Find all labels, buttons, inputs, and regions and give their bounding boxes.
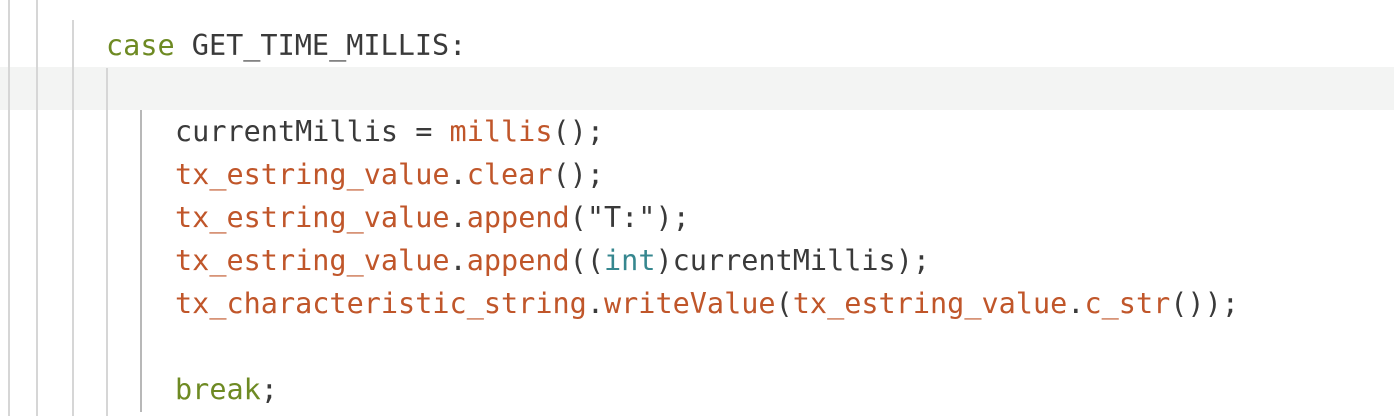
code-line-write-value[interactable]: tx_characteristic_string.writeValue(tx_e… <box>175 282 1239 325</box>
dot: . <box>1067 287 1085 320</box>
code-line-clear[interactable]: tx_estring_value.clear(); <box>175 153 604 196</box>
case-label: GET_TIME_MILLIS: <box>174 29 467 62</box>
function-millis: millis <box>449 115 553 148</box>
indent-guide <box>8 0 10 416</box>
object-tx-characteristic-string: tx_characteristic_string <box>175 287 587 320</box>
dot: . <box>449 201 467 234</box>
code-line-break[interactable]: break; <box>175 368 278 411</box>
close-parens: ()); <box>1170 287 1239 320</box>
indent-guide <box>106 68 108 416</box>
method-append: append <box>466 244 570 277</box>
indent-guide <box>140 110 142 412</box>
open-parens: (( <box>569 244 604 277</box>
cast-argument: )currentMillis); <box>655 244 931 277</box>
method-c-str: c_str <box>1084 287 1171 320</box>
call-parens: (); <box>552 158 604 191</box>
code-line-case[interactable]: case GET_TIME_MILLIS: <box>106 24 466 67</box>
semicolon: ; <box>260 373 278 406</box>
object-tx-estring-value: tx_estring_value <box>175 244 450 277</box>
current-line-highlight <box>0 67 1394 110</box>
call-parens: (); <box>552 115 604 148</box>
code-line-append-int[interactable]: tx_estring_value.append((int)currentMill… <box>175 239 930 282</box>
method-write-value: writeValue <box>603 287 776 320</box>
indent-guide <box>72 20 74 416</box>
string-argument: ("T:"); <box>569 201 690 234</box>
keyword-case: case <box>106 29 175 62</box>
keyword-break: break <box>175 373 261 406</box>
method-append: append <box>466 201 570 234</box>
indent-guide <box>36 0 38 416</box>
type-int: int <box>604 244 656 277</box>
code-line-append-string[interactable]: tx_estring_value.append("T:"); <box>175 196 690 239</box>
dot: . <box>449 244 467 277</box>
object-tx-estring-value: tx_estring_value <box>175 158 450 191</box>
object-tx-estring-value: tx_estring_value <box>175 201 450 234</box>
dot: . <box>449 158 467 191</box>
open-paren: ( <box>775 287 793 320</box>
method-clear: clear <box>466 158 553 191</box>
code-line-millis[interactable]: currentMillis = millis(); <box>175 110 604 153</box>
object-tx-estring-value: tx_estring_value <box>792 287 1068 320</box>
assign-target: currentMillis = <box>175 115 450 148</box>
dot: . <box>586 287 604 320</box>
code-editor[interactable]: case GET_TIME_MILLIS: currentMillis = mi… <box>0 0 1394 416</box>
